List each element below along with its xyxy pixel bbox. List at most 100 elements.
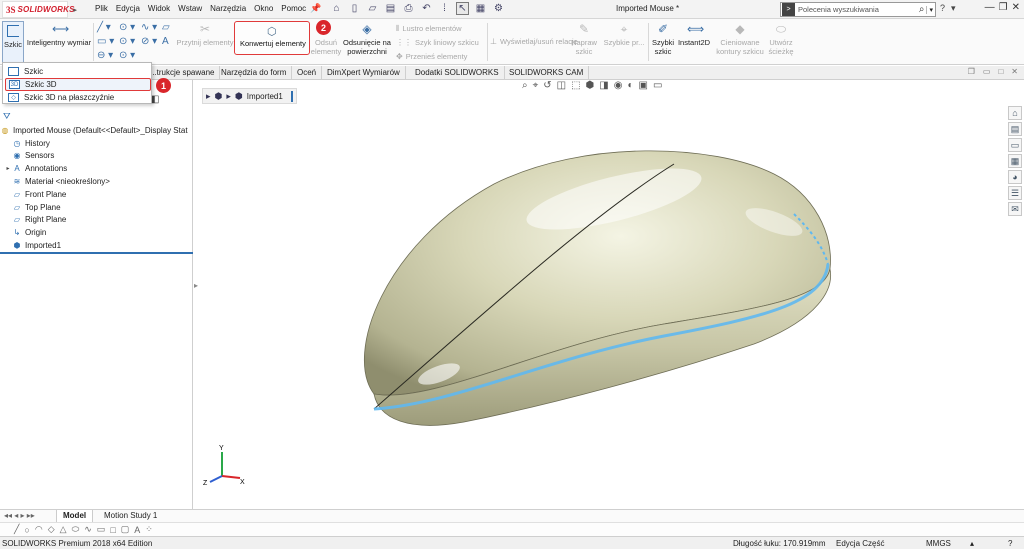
command-search[interactable]: > Polecenia wyszukiwania ⌕ ▾ bbox=[780, 2, 936, 17]
options-gear-icon[interactable]: ⚙ bbox=[492, 2, 505, 15]
appearances-icon[interactable]: ◕ bbox=[1008, 170, 1022, 184]
offset-entities-button[interactable]: · Odsuń elementy bbox=[310, 22, 342, 56]
menu-window[interactable]: Okno bbox=[254, 4, 273, 13]
triangle-icon[interactable]: △ bbox=[60, 524, 67, 535]
forum-icon[interactable]: ✉ bbox=[1008, 202, 1022, 216]
ellipse-icon[interactable]: ⬭ bbox=[72, 524, 80, 535]
file-explorer-icon[interactable]: ▦ bbox=[1008, 154, 1022, 168]
polygon-icon[interactable]: ⊘ ▾ bbox=[141, 36, 157, 47]
mirror-entities-button[interactable]: ⫴ Lustro elementów bbox=[396, 24, 462, 34]
tree-item-imported1[interactable]: ⬢ Imported1 bbox=[0, 239, 193, 252]
menu-view[interactable]: Widok bbox=[148, 4, 170, 13]
dropdown-item-sketch[interactable]: Szkic bbox=[5, 65, 151, 78]
appearance-icon[interactable]: ◐ bbox=[627, 80, 633, 91]
tree-item-sensors[interactable]: ◉ Sensors bbox=[0, 150, 193, 163]
restore-icon[interactable]: ❐ bbox=[968, 67, 975, 76]
tab-dimxpert[interactable]: DimXpert Wymiarów bbox=[322, 66, 406, 80]
dynamic-annotation-icon[interactable]: ⬚ bbox=[571, 80, 580, 91]
tab-mold-tools[interactable]: Narzędzia do form bbox=[216, 66, 293, 80]
chevron-down-icon[interactable]: ▾ bbox=[926, 5, 935, 14]
trim-entities-button[interactable]: ✂ Przytnij elementy bbox=[175, 22, 235, 47]
text-icon[interactable]: A bbox=[162, 36, 169, 47]
expand-arrow-icon[interactable]: ▸ bbox=[4, 165, 12, 172]
rebuild-icon[interactable]: ▦ bbox=[474, 2, 487, 15]
tree-item-annotations[interactable]: ▸ A Annotations bbox=[0, 162, 193, 175]
rapid-sketch-button[interactable]: ✐ Szybki szkic bbox=[650, 22, 676, 56]
menu-file[interactable]: Plik bbox=[95, 4, 108, 13]
chevron-right-icon[interactable]: ▸ bbox=[73, 6, 77, 14]
instant2d-button[interactable]: ⟺ Instant2D bbox=[676, 22, 712, 47]
point-icon[interactable]: ⊙ ▾ bbox=[119, 50, 135, 61]
help-icon[interactable]: ? bbox=[940, 3, 945, 14]
square-icon[interactable]: □ bbox=[110, 525, 115, 535]
tab-weldments[interactable]: ...trukcje spawane bbox=[145, 66, 221, 80]
home-icon[interactable]: ⌂ bbox=[1008, 106, 1022, 120]
filter-icon[interactable]: ⛛ bbox=[3, 111, 11, 122]
search-input[interactable]: Polecenia wyszukiwania bbox=[798, 5, 919, 14]
restore-icon[interactable]: ❐ bbox=[999, 2, 1008, 13]
point-icon[interactable]: ⁘ bbox=[145, 524, 153, 535]
rectangle-icon[interactable]: ▭ ▾ bbox=[97, 36, 114, 47]
menu-edit[interactable]: Edycja bbox=[116, 4, 140, 13]
solidworks-logo[interactable]: 3S SOLIDWORKS ▸ bbox=[2, 1, 77, 18]
dropdown-item-3d-sketch[interactable]: 3D Szkic 3D bbox=[5, 78, 151, 91]
minimize-icon[interactable]: ▭ bbox=[983, 67, 991, 76]
tree-item-origin[interactable]: ↳ Origin bbox=[0, 226, 193, 239]
folder-icon[interactable]: ▭ bbox=[1008, 138, 1022, 152]
tree-item-material[interactable]: ≋ Materiał <nieokreślony> bbox=[0, 175, 193, 188]
tab-solidworks-cam[interactable]: SOLIDWORKS CAM bbox=[504, 66, 590, 80]
pin-icon[interactable]: 📌 bbox=[310, 3, 321, 14]
custom-properties-icon[interactable]: ☰ bbox=[1008, 186, 1022, 200]
minimize-icon[interactable]: — bbox=[985, 2, 995, 13]
view-settings-icon[interactable]: ▭ bbox=[653, 80, 662, 91]
repair-sketch-button[interactable]: ✎ Napraw szkic bbox=[568, 22, 600, 56]
spline-icon[interactable]: ∿ bbox=[84, 524, 92, 535]
help-icon[interactable]: ? bbox=[1008, 539, 1012, 548]
traffic-light-icon[interactable]: ⁞ bbox=[438, 2, 451, 15]
maximize-icon[interactable]: □ bbox=[998, 67, 1003, 76]
menu-insert[interactable]: Wstaw bbox=[178, 4, 202, 13]
imported-body-icon[interactable]: ⬢ bbox=[235, 91, 243, 102]
units-selector[interactable]: MMGS bbox=[926, 539, 951, 548]
circle-icon[interactable]: ⊙ ▾ bbox=[119, 22, 135, 33]
breadcrumb-label[interactable]: Imported1 bbox=[247, 92, 283, 101]
rollback-bar[interactable] bbox=[0, 252, 193, 254]
polygon-icon[interactable]: ◇ bbox=[48, 524, 55, 535]
smart-dimension-button[interactable]: ⟷ Inteligentny wymiar bbox=[26, 22, 92, 47]
tree-root[interactable]: ◍ Imported Mouse (Default<<Default>_Disp… bbox=[0, 124, 193, 137]
undo-icon[interactable]: ↶ bbox=[420, 2, 433, 15]
shaded-sketch-contours-button[interactable]: ◆ Cieniowane kontury szkicu bbox=[714, 22, 766, 56]
dropdown-item-3d-sketch-on-plane[interactable]: ◇ Szkic 3D na płaszczyźnie bbox=[5, 91, 151, 104]
section-view-icon[interactable]: ◫ bbox=[557, 80, 566, 91]
line-icon[interactable]: ╱ ▾ bbox=[97, 22, 111, 33]
tree-item-history[interactable]: ◷ History bbox=[0, 137, 193, 150]
select-pointer-icon[interactable]: ↖ bbox=[456, 2, 469, 15]
tab-scroll-icons[interactable]: ◂◂ ◂ ▸ ▸▸ bbox=[4, 511, 35, 520]
close-icon[interactable]: ✕ bbox=[1012, 2, 1020, 13]
rectangle-icon[interactable]: ▭ bbox=[97, 524, 106, 535]
slot-icon[interactable]: ▢ bbox=[121, 524, 130, 535]
arc-icon[interactable]: ⊙ ▾ bbox=[119, 36, 135, 47]
display-relations-button[interactable]: ⊥ Wyświetlaj/usuń relacje bbox=[490, 37, 578, 46]
sketch-button[interactable]: Szkic bbox=[2, 21, 24, 63]
text-icon[interactable]: A bbox=[134, 525, 140, 535]
line-icon[interactable]: ╱ bbox=[14, 524, 19, 535]
save-icon[interactable]: ▤ bbox=[384, 2, 397, 15]
print-icon[interactable]: ⎙ bbox=[402, 2, 415, 15]
close-icon[interactable]: ✕ bbox=[1011, 67, 1018, 76]
home-icon[interactable]: ⌂ bbox=[330, 2, 343, 15]
tab-addins[interactable]: Dodatki SOLIDWORKS bbox=[410, 66, 505, 80]
slot-icon[interactable]: ⊖ ▾ bbox=[97, 50, 113, 61]
scene-icon[interactable]: ▣ bbox=[639, 80, 648, 91]
chevron-right-icon[interactable]: ▸ bbox=[226, 91, 231, 102]
tree-item-top-plane[interactable]: ▱ Top Plane bbox=[0, 201, 193, 214]
new-document-icon[interactable]: ▯ bbox=[348, 2, 361, 15]
resources-icon[interactable]: ▤ bbox=[1008, 122, 1022, 136]
tree-item-right-plane[interactable]: ▱ Right Plane bbox=[0, 214, 193, 227]
offset-on-surface-button[interactable]: ◈ Odsunięcie na powierzchni bbox=[340, 22, 394, 56]
view-orientation-icon[interactable]: ⬢ bbox=[586, 80, 595, 91]
tab-evaluate[interactable]: Oceń bbox=[292, 66, 323, 80]
previous-view-icon[interactable]: ↺ bbox=[543, 80, 551, 91]
quick-snaps-button[interactable]: ⌖ Szybkie pr... bbox=[602, 22, 646, 47]
tree-item-front-plane[interactable]: ▱ Front Plane bbox=[0, 188, 193, 201]
